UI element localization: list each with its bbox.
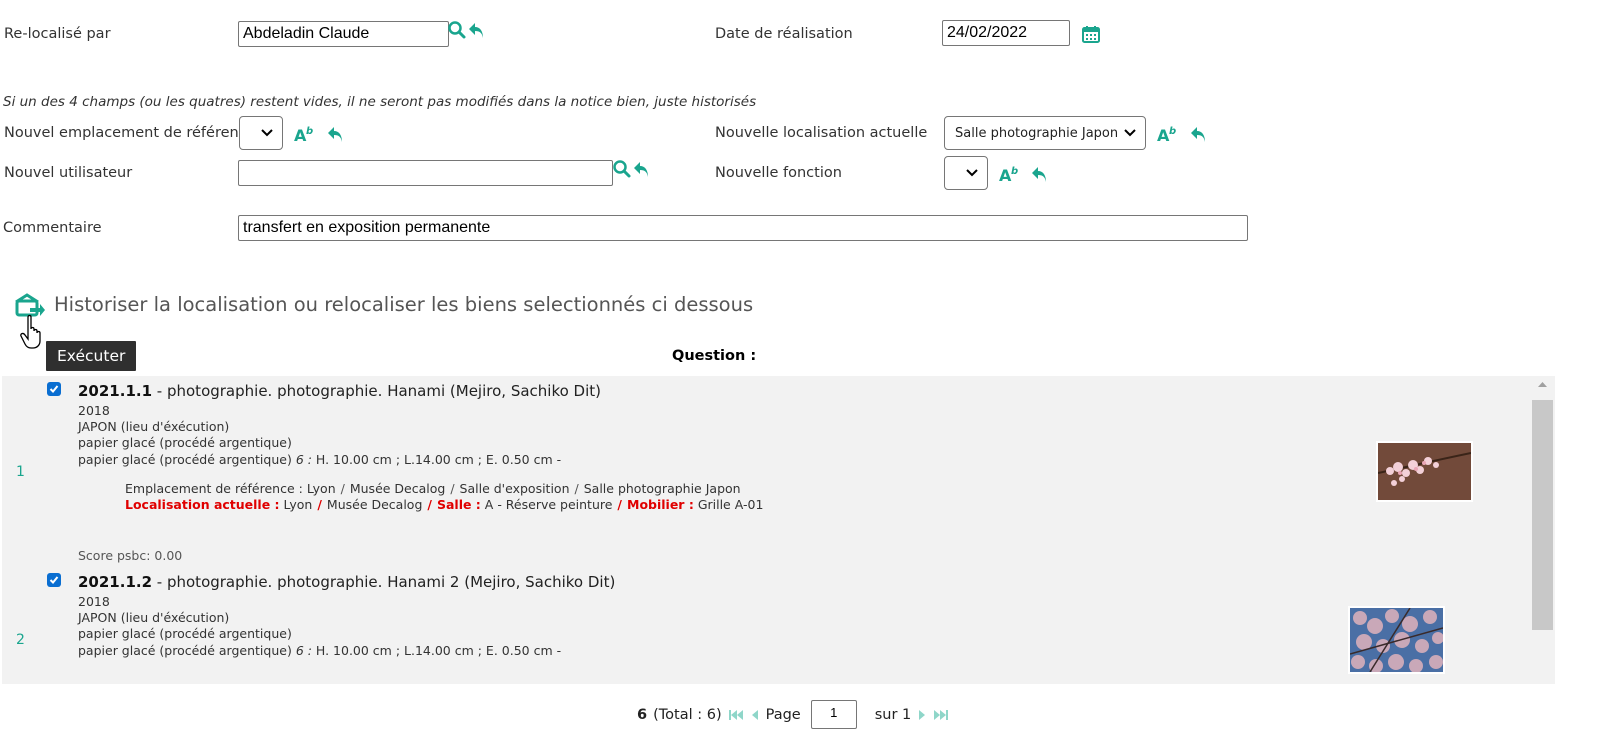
search-icon[interactable] (612, 159, 632, 183)
undo-icon[interactable] (1189, 124, 1209, 148)
mobilier-label: Mobilier : (627, 497, 694, 512)
commentaire-input[interactable]: transfert en exposition permanente (238, 215, 1248, 241)
cursor-hand-icon (20, 313, 44, 355)
text-format-icon[interactable]: Ab (1157, 124, 1179, 148)
svg-text:b: b (1169, 126, 1176, 137)
result-title[interactable]: 2021.1.1 - photographie. photographie. H… (78, 382, 601, 400)
result-title-text: - photographie. photographie. Hanami (Me… (152, 382, 601, 400)
reference-part: Lyon (306, 481, 336, 496)
undo-icon[interactable] (467, 20, 487, 44)
result-item: 2 2021.1.2 - photographie. photographie.… (2, 567, 1530, 684)
chevron-down-icon (261, 129, 273, 137)
fonction-label: Nouvelle fonction (715, 165, 842, 181)
calendar-icon[interactable] (1081, 24, 1101, 48)
scroll-up-icon[interactable] (1530, 376, 1555, 392)
result-place: JAPON (lieu d'éxécution) (78, 419, 230, 434)
undo-icon[interactable] (632, 159, 652, 183)
result-title[interactable]: 2021.1.2 - photographie. photographie. H… (78, 573, 615, 591)
reference-part: Salle d'exposition (459, 481, 570, 496)
page-of: sur 1 (874, 706, 912, 723)
emplacement-select[interactable] (239, 116, 283, 150)
first-page-icon[interactable] (728, 708, 744, 722)
previous-page-icon[interactable] (750, 708, 760, 722)
utilisateur-label: Nouvel utilisateur (4, 165, 133, 181)
result-thumbnail[interactable] (1376, 441, 1473, 502)
localisation-select[interactable]: Salle photographie Japon (944, 116, 1146, 150)
last-page-icon[interactable] (933, 708, 949, 722)
current-location-museum: Musée Decalog (326, 497, 423, 512)
result-year: 2018 (78, 594, 110, 609)
result-thumbnail[interactable] (1348, 606, 1445, 674)
chevron-down-icon (1124, 129, 1136, 137)
result-checkbox[interactable] (47, 573, 61, 587)
section-title: Historiser la localisation ou relocalise… (54, 293, 754, 316)
search-icon[interactable] (447, 20, 467, 44)
result-dims-num: 6 : (295, 643, 312, 658)
scrollbar-thumb[interactable] (1532, 400, 1553, 630)
commentaire-label: Commentaire (3, 220, 102, 236)
result-id: 2021.1.1 (78, 382, 153, 400)
result-dimensions: papier glacé (procédé argentique) 6 : H.… (78, 451, 561, 468)
pager: 6 (Total : 6) Page 1 sur 1 (637, 700, 949, 729)
salle-value: A - Réserve peinture (484, 497, 613, 512)
result-index: 2 (16, 632, 25, 648)
page-label: Page (765, 706, 801, 723)
text-format-icon[interactable]: Ab (294, 124, 316, 148)
result-material-2: papier glacé (procédé argentique) (78, 452, 292, 467)
result-place: JAPON (lieu d'éxécution) (78, 610, 230, 625)
page-input[interactable]: 1 (810, 700, 857, 729)
reference-location-label: Emplacement de référence : (125, 481, 303, 496)
result-score: Score psbc: 0.00 (78, 548, 183, 563)
result-dims: H. 10.00 cm ; L.14.00 cm ; E. 0.50 cm - (311, 452, 562, 467)
emplacement-label: Nouvel emplacement de référence (4, 125, 256, 141)
execute-tooltip: Exécuter (46, 341, 137, 371)
result-index: 1 (16, 464, 25, 480)
pager-count: 6 (637, 706, 648, 723)
next-page-icon[interactable] (917, 708, 927, 722)
result-item: 1 2021.1.1 - photographie. photographie.… (2, 376, 1530, 566)
undo-icon[interactable] (1030, 164, 1050, 188)
result-checkbox[interactable] (47, 382, 61, 396)
salle-label: Salle : (436, 497, 481, 512)
result-material: papier glacé (procédé argentique) (78, 435, 292, 450)
relocalise-input[interactable]: Abdeladin Claude (238, 21, 449, 47)
text-format-icon[interactable]: Ab (999, 164, 1021, 188)
reference-part: Salle photographie Japon (583, 481, 741, 496)
reference-location: Emplacement de référence : Lyon / Musée De… (125, 481, 741, 496)
result-dims-num: 6 : (295, 452, 312, 467)
mobilier-value: Grille A-01 (697, 497, 764, 512)
localisation-label: Nouvelle localisation actuelle (715, 125, 928, 141)
undo-icon[interactable] (326, 124, 346, 148)
svg-text:b: b (306, 126, 313, 137)
chevron-down-icon (966, 169, 978, 177)
date-input[interactable]: 24/02/2022 (942, 20, 1070, 46)
result-material-2: papier glacé (procédé argentique) (78, 643, 292, 658)
results-list: 1 2021.1.1 - photographie. photographie.… (2, 376, 1555, 684)
current-location: Localisation actuelle : Lyon / Musée Decal… (125, 497, 764, 512)
current-location-city: Lyon (283, 497, 313, 512)
question-label: Question : (672, 348, 757, 364)
result-year: 2018 (78, 403, 110, 418)
result-dims: H. 10.00 cm ; L.14.00 cm ; E. 0.50 cm - (311, 643, 562, 658)
result-dimensions: papier glacé (procédé argentique) 6 : H.… (78, 642, 561, 659)
svg-text:b: b (1011, 166, 1018, 177)
result-title-text: - photographie. photographie. Hanami 2 (… (152, 573, 616, 591)
date-label: Date de réalisation (715, 26, 853, 42)
form-note: Si un des 4 champs (ou les quatres) rest… (3, 94, 757, 110)
reference-part: Musée Decalog (349, 481, 446, 496)
localisation-select-value: Salle photographie Japon (955, 125, 1119, 141)
results-scrollbar[interactable] (1530, 376, 1555, 684)
result-id: 2021.1.2 (78, 573, 153, 591)
utilisateur-input[interactable] (238, 160, 613, 186)
current-location-label: Localisation actuelle : (125, 497, 280, 512)
fonction-select[interactable] (944, 156, 988, 190)
pager-total: (Total : 6) (653, 706, 722, 723)
relocalise-label: Re-localisé par (4, 26, 111, 42)
result-material: papier glacé (procédé argentique) (78, 626, 292, 641)
